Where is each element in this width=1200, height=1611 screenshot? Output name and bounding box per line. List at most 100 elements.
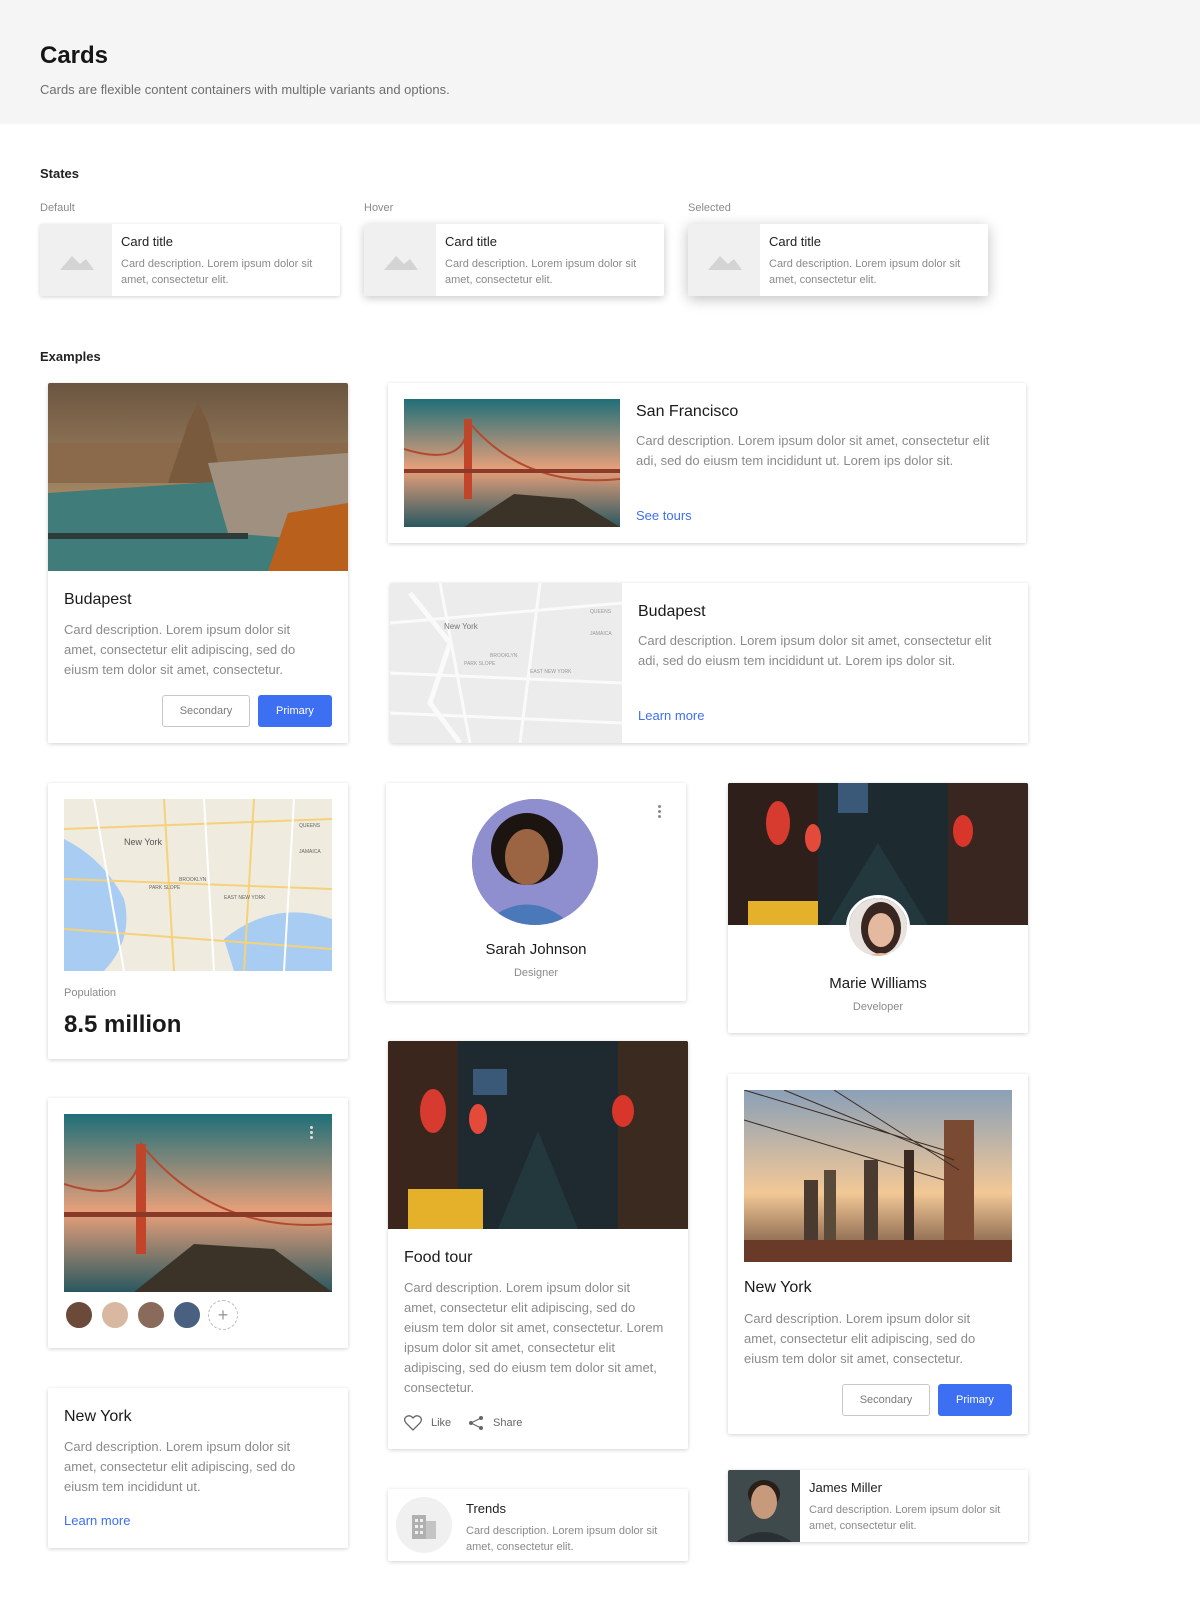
avatar[interactable] <box>64 1300 94 1330</box>
image-placeholder <box>688 224 760 296</box>
heart-icon <box>404 1415 422 1431</box>
page-subtitle: Cards are flexible content containers wi… <box>40 82 450 97</box>
card-title: New York <box>64 1408 132 1425</box>
new-york-image <box>744 1090 1012 1262</box>
state-card-selected[interactable]: Card title Card description. Lorem ipsum… <box>688 224 988 296</box>
profile-name: Sarah Johnson <box>485 941 587 958</box>
card-title: Budapest <box>638 603 706 620</box>
state-label-selected: Selected <box>688 202 731 214</box>
card-title: Card title <box>121 234 174 249</box>
photo-card-avatars[interactable]: + <box>48 1098 348 1348</box>
golden-gate-image <box>64 1114 332 1292</box>
map-label: PARK SLOPE <box>149 885 181 891</box>
primary-button[interactable]: Primary <box>938 1384 1012 1416</box>
card-description: Card description. Lorem ipsum dolor sit … <box>121 258 313 286</box>
image-placeholder <box>40 224 112 296</box>
primary-button[interactable]: Primary <box>258 695 332 727</box>
state-card-default[interactable]: Card title Card description. Lorem ipsum… <box>40 224 340 296</box>
map-image: New York BROOKLYN QUEENS JAMAICA PARK SL… <box>390 583 622 743</box>
map-image: New York BROOKLYN QUEENS JAMAICA PARK SL… <box>64 799 332 971</box>
profile-role: Designer <box>513 967 559 979</box>
avatar[interactable] <box>172 1300 202 1330</box>
card-description: Card description. Lorem ipsum dolor sit … <box>466 1525 658 1553</box>
budapest-card[interactable]: Budapest Card description. Lorem ipsum d… <box>48 383 348 743</box>
card-description: Card description. Lorem ipsum dolor sit … <box>636 433 990 468</box>
map-label: JAMAICA <box>590 631 612 637</box>
population-label: Population <box>64 987 116 999</box>
card-title: San Francisco <box>636 403 739 420</box>
food-tour-card[interactable]: Food tour Card description. Lorem ipsum … <box>388 1041 688 1449</box>
card-title: New York <box>744 1279 812 1296</box>
new-york-text-card[interactable]: New York Card description. Lorem ipsum d… <box>48 1388 348 1548</box>
secondary-button[interactable]: Secondary <box>842 1384 930 1416</box>
card-title: Card title <box>445 234 498 249</box>
add-avatar-icon[interactable]: + <box>208 1300 238 1330</box>
avatar <box>728 1470 800 1542</box>
avatar <box>472 799 598 925</box>
new-york-card[interactable]: New York Card description. Lorem ipsum d… <box>728 1074 1028 1434</box>
secondary-button[interactable]: Secondary <box>162 695 250 727</box>
budapest-map-card[interactable]: New York BROOKLYN QUEENS JAMAICA PARK SL… <box>390 583 1028 743</box>
share-icon <box>469 1416 483 1430</box>
food-tour-image <box>388 1041 688 1229</box>
trends-card[interactable]: Trends Card description. Lorem ipsum dol… <box>388 1489 688 1561</box>
card-title: Food tour <box>404 1249 473 1266</box>
profile-role: Developer <box>852 1001 904 1013</box>
card-description: Card description. Lorem ipsum dolor sit … <box>744 1311 976 1366</box>
card-description: Card description. Lorem ipsum dolor sit … <box>809 1504 1001 1532</box>
map-label: New York <box>444 622 479 631</box>
population-card[interactable]: New York BROOKLYN QUEENS JAMAICA PARK SL… <box>48 783 348 1059</box>
card-description: Card description. Lorem ipsum dolor sit … <box>64 1439 296 1494</box>
card-description: Card description. Lorem ipsum dolor sit … <box>638 633 992 668</box>
population-value: 8.5 million <box>64 1011 182 1038</box>
examples-section-title: Examples <box>40 349 101 364</box>
map-label: QUEENS <box>590 609 612 615</box>
page-header: Cards Cards are flexible content contain… <box>0 0 1200 124</box>
card-description: Card description. Lorem ipsum dolor sit … <box>404 1280 664 1395</box>
card-title: Budapest <box>64 591 132 608</box>
share-button[interactable]: Share <box>468 1415 522 1431</box>
image-placeholder-icon <box>708 256 742 270</box>
state-card-hover[interactable]: Card title Card description. Lorem ipsum… <box>364 224 664 296</box>
budapest-image <box>48 383 348 571</box>
like-button[interactable]: Like <box>404 1415 451 1431</box>
map-label: PARK SLOPE <box>464 661 496 667</box>
map-label: EAST NEW YORK <box>530 669 572 675</box>
card-description: Card description. Lorem ipsum dolor sit … <box>445 258 637 286</box>
san-francisco-card[interactable]: San Francisco Card description. Lorem ip… <box>388 383 1026 543</box>
like-label: Like <box>431 1417 452 1429</box>
map-label: JAMAICA <box>299 849 321 855</box>
profile-card-sarah[interactable]: Sarah Johnson Designer <box>386 783 686 1001</box>
map-label: BROOKLYN <box>179 877 207 883</box>
share-label: Share <box>493 1417 523 1429</box>
card-title: James Miller <box>809 1480 882 1495</box>
image-placeholder-icon <box>60 256 94 270</box>
page-title: Cards <box>40 42 109 69</box>
learn-more-link[interactable]: Learn more <box>64 1513 130 1528</box>
building-icon <box>396 1497 452 1553</box>
card-description: Card description. Lorem ipsum dolor sit … <box>769 258 961 286</box>
avatar[interactable] <box>136 1300 166 1330</box>
map-label: New York <box>124 837 163 847</box>
profile-card-marie[interactable]: Marie Williams Developer <box>728 783 1028 1033</box>
profile-name: Marie Williams <box>829 975 927 992</box>
card-title: Trends <box>466 1501 506 1516</box>
learn-more-link[interactable]: Learn more <box>638 708 704 723</box>
states-section-title: States <box>40 166 80 181</box>
see-tours-link[interactable]: See tours <box>636 508 692 523</box>
map-label: BROOKLYN <box>490 653 518 659</box>
james-miller-card[interactable]: James Miller Card description. Lorem ips… <box>728 1470 1028 1542</box>
avatar <box>846 895 910 959</box>
image-placeholder-icon <box>384 256 418 270</box>
more-options-icon[interactable] <box>310 1126 314 1142</box>
avatar[interactable] <box>100 1300 130 1330</box>
map-label: EAST NEW YORK <box>224 895 266 901</box>
state-label-default: Default <box>40 202 75 214</box>
san-francisco-image <box>404 399 620 527</box>
card-description: Card description. Lorem ipsum dolor sit … <box>64 622 296 677</box>
card-title: Card title <box>769 234 822 249</box>
map-label: QUEENS <box>299 823 321 829</box>
state-label-hover: Hover <box>364 202 394 214</box>
image-placeholder <box>364 224 436 296</box>
more-options-icon[interactable] <box>658 805 662 821</box>
